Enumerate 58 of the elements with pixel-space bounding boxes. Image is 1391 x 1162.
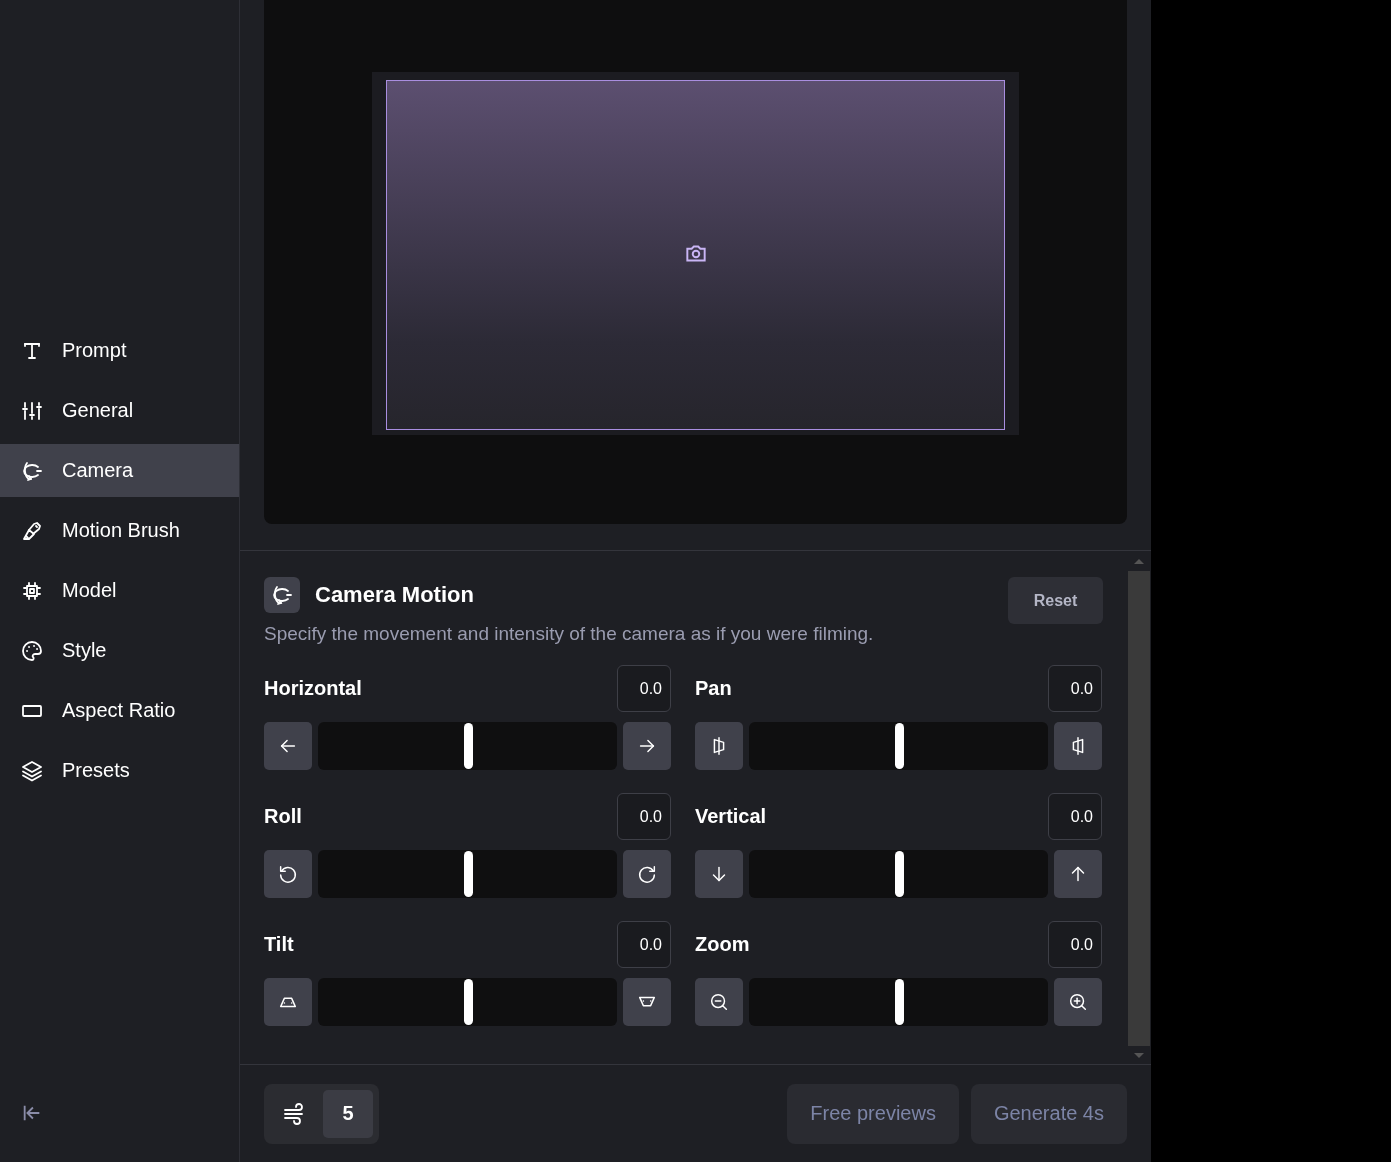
wind-icon [282,1101,306,1126]
control-label: Roll [264,805,302,828]
slider-thumb[interactable] [463,851,473,897]
count-control[interactable]: 5 [264,1083,379,1144]
panel-description: Specify the movement and intensity of the camera as if you were filming. [264,623,875,645]
control-label: Pan [695,677,732,700]
increase-icon [1067,991,1089,1013]
increase-button[interactable] [623,978,671,1026]
slider-thumb[interactable] [894,851,904,897]
slider-thumb[interactable] [894,979,904,1025]
slider-thumb[interactable] [894,723,904,769]
increase-button[interactable] [623,850,671,898]
increase-icon [636,863,658,885]
value-field[interactable]: 0.0 [617,665,671,712]
increase-button[interactable] [623,722,671,770]
decrease-button[interactable] [264,978,312,1026]
value-field[interactable]: 0.0 [1048,793,1102,840]
decrease-button[interactable] [264,850,312,898]
increase-button[interactable] [1054,722,1102,770]
reset-button[interactable]: Reset [1008,577,1103,624]
decrease-icon [277,863,299,885]
camera-orbit-icon [264,576,300,613]
decrease-button[interactable] [695,722,743,770]
sidebar-icon [20,758,44,783]
sidebar-item[interactable]: Style [0,624,239,677]
value-field[interactable]: 0.0 [1048,665,1102,712]
decrease-button[interactable] [695,850,743,898]
sidebar-item[interactable]: Model [0,564,239,617]
sidebar-item[interactable]: Camera [0,444,239,497]
value-field[interactable]: 0.0 [1048,921,1102,968]
increase-button[interactable] [1054,978,1102,1026]
control-label: Horizontal [264,677,362,700]
sidebar-item[interactable]: Prompt [0,324,239,377]
control-label: Tilt [264,933,294,956]
increase-button[interactable] [1054,850,1102,898]
control-label: Vertical [695,805,767,828]
slider-track[interactable] [749,850,1048,898]
slider-track[interactable] [318,722,617,770]
slider-track[interactable] [749,978,1048,1026]
decrease-button[interactable] [264,722,312,770]
slider-thumb[interactable] [463,723,473,769]
value-field[interactable]: 0.0 [617,793,671,840]
decrease-icon [708,991,730,1013]
sidebar-item[interactable]: Motion Brush [0,504,239,557]
value-field[interactable]: 0.0 [617,921,671,968]
count-value: 5 [323,1089,373,1138]
sidebar-item[interactable]: Presets [0,744,239,797]
panel-title: Camera Motion [315,581,475,608]
control-label: Zoom [695,933,750,956]
decrease-button[interactable] [695,978,743,1026]
slider-track[interactable] [318,978,617,1026]
slider-track[interactable] [749,722,1048,770]
slider-track[interactable] [318,850,617,898]
sidebar-item[interactable]: Aspect Ratio [0,684,239,737]
sidebar-icon [20,638,44,663]
sidebar-item[interactable]: General [0,384,239,437]
slider-thumb[interactable] [463,979,473,1025]
scrollbar[interactable] [1128,557,1150,1058]
